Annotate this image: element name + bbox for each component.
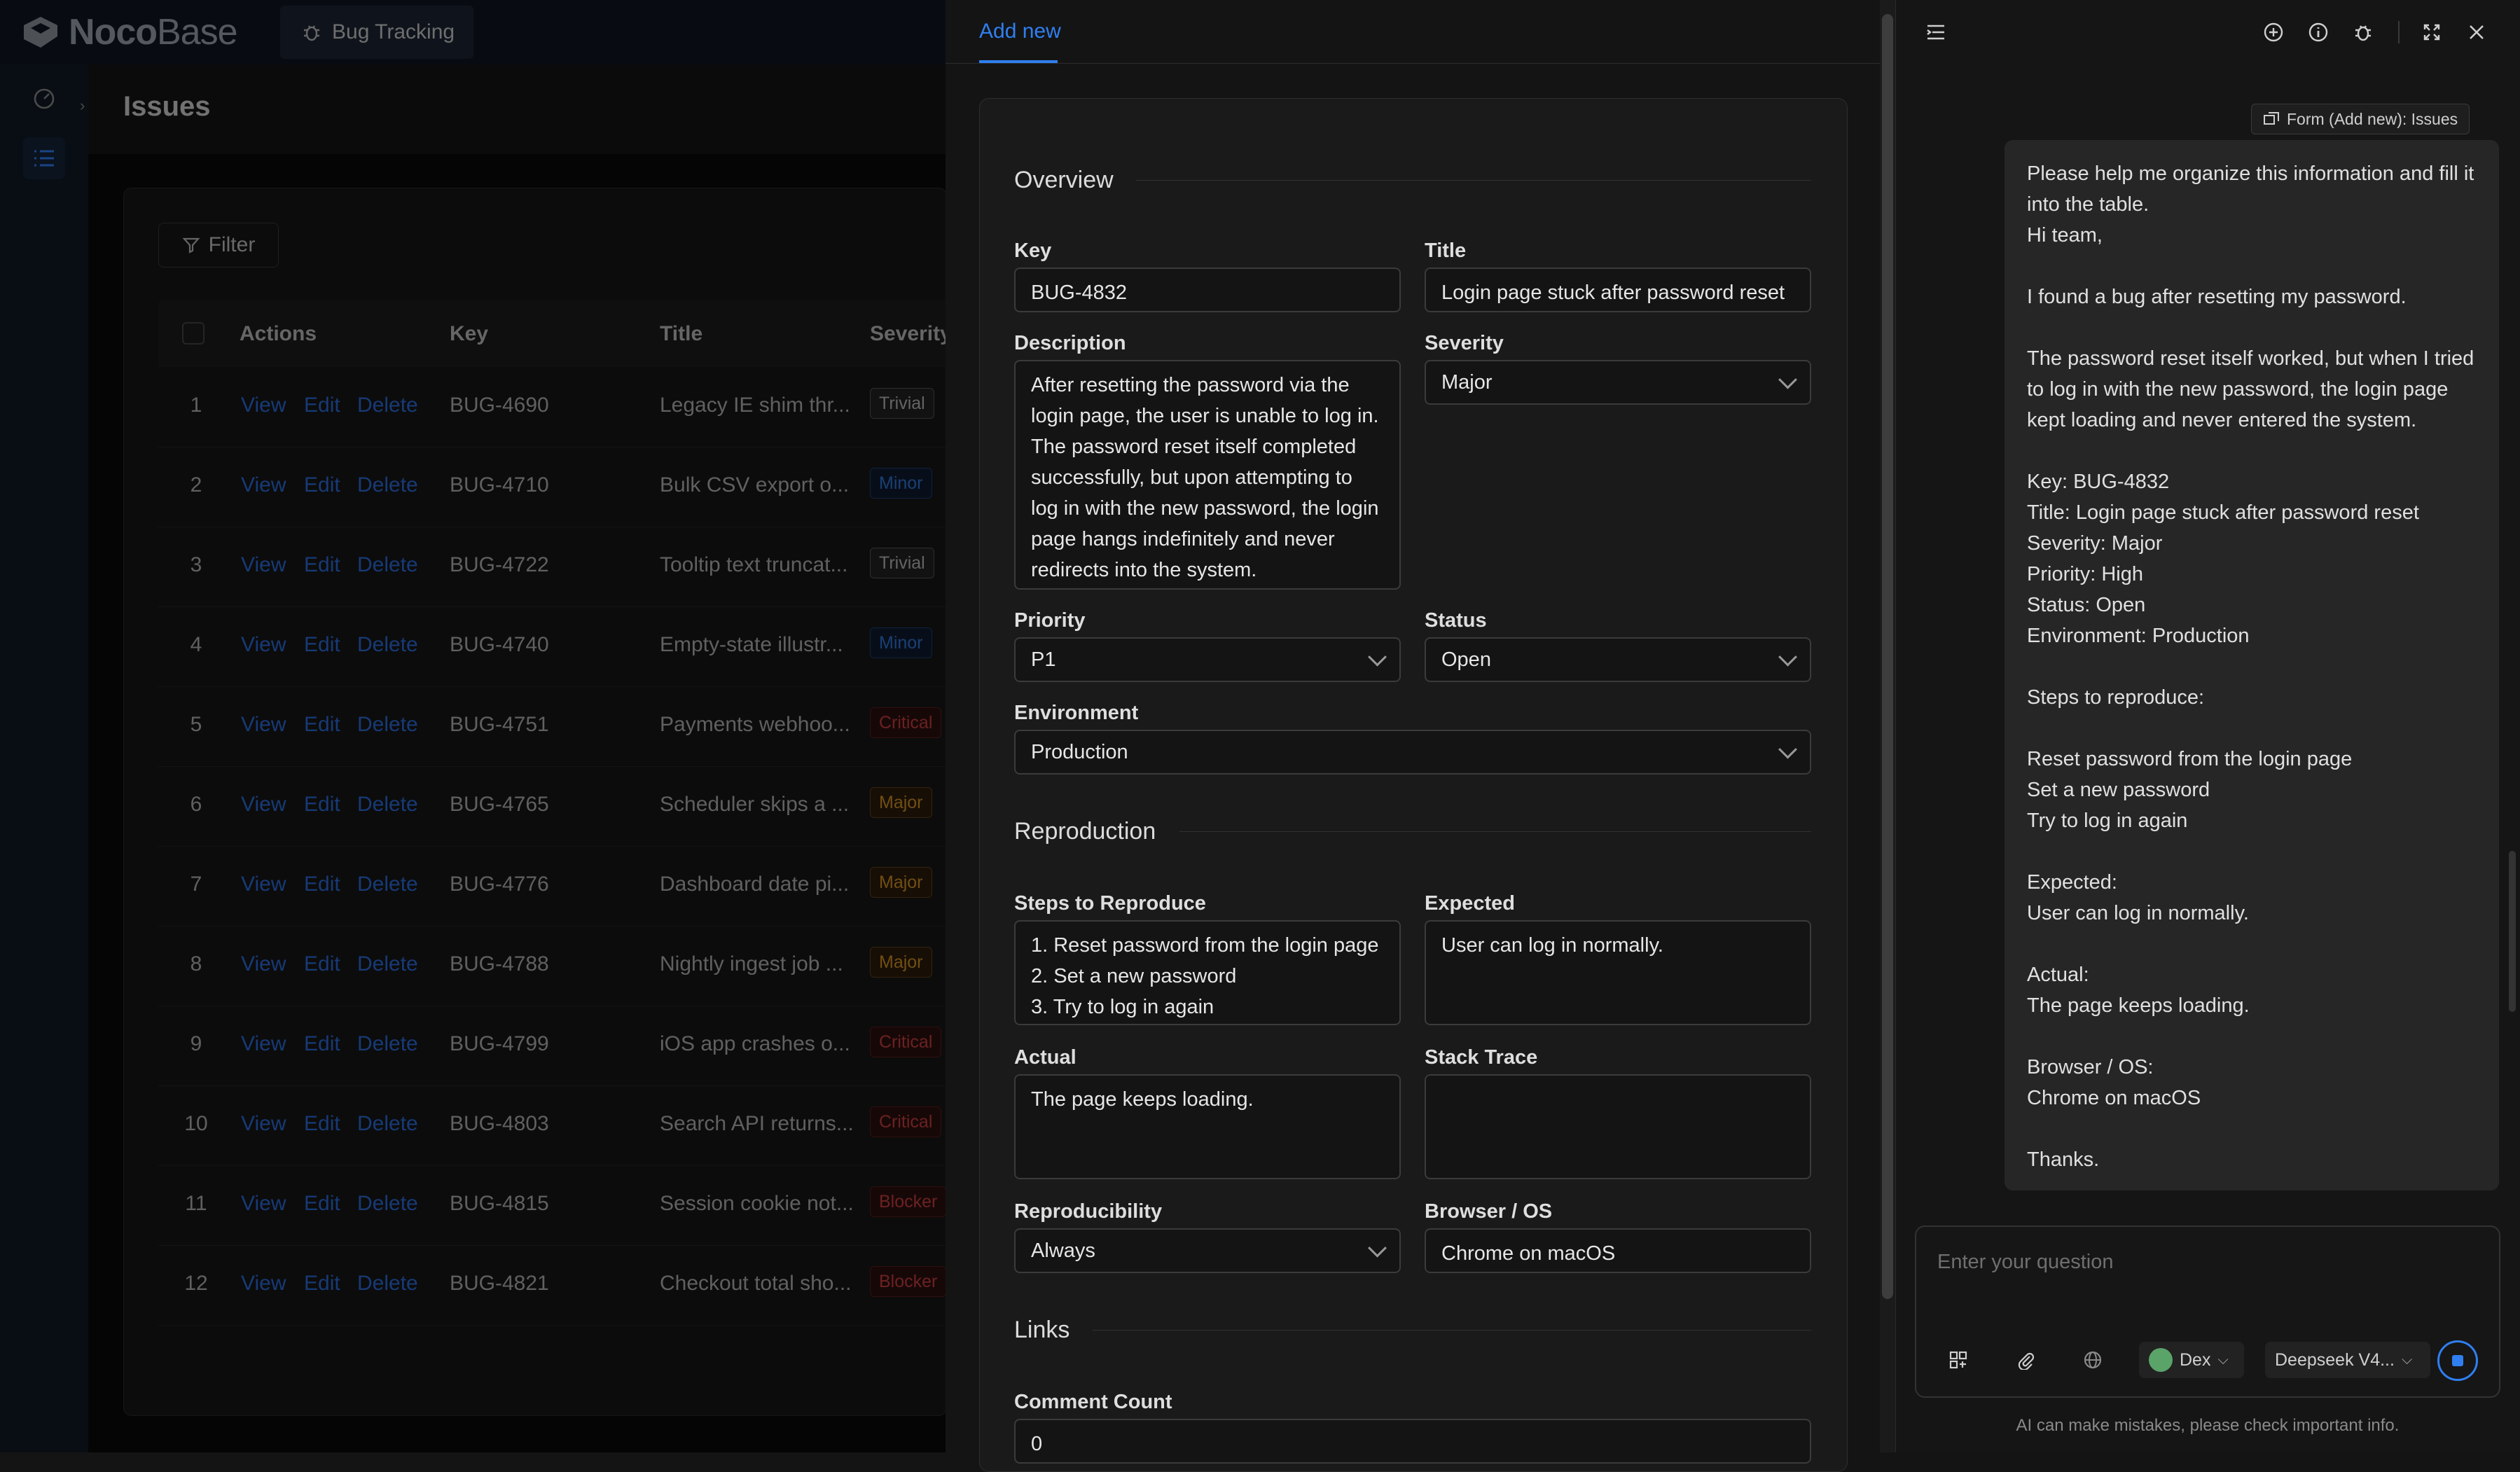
comment-count-input[interactable]: 0 <box>1014 1419 1811 1464</box>
label-title: Title <box>1425 239 1467 262</box>
chat-input-placeholder[interactable]: Enter your question <box>1937 1251 2113 1274</box>
label-expected: Expected <box>1425 892 1515 915</box>
stop-button[interactable] <box>2437 1340 2478 1381</box>
status-select[interactable]: Open <box>1425 637 1811 682</box>
model-name: Deepseek V4... <box>2275 1349 2395 1370</box>
title-input[interactable]: Login page stuck after password reset <box>1425 268 1811 312</box>
actual-textarea[interactable]: The page keeps loading. <box>1014 1074 1401 1179</box>
section-divider <box>1136 180 1811 181</box>
attachment-icon[interactable] <box>2013 1347 2038 1373</box>
reproducibility-value: Always <box>1031 1240 1095 1262</box>
section-divider <box>1179 831 1811 832</box>
chevron-down-icon: ⌵ <box>2217 1352 2229 1368</box>
expand-icon[interactable] <box>2419 20 2444 45</box>
description-textarea[interactable]: After resetting the password via the log… <box>1014 360 1401 590</box>
section-overview: Overview <box>1014 167 1114 193</box>
label-stack-trace: Stack Trace <box>1425 1046 1538 1069</box>
section-links: Links <box>1014 1317 1070 1343</box>
ai-disclaimer: AI can make mistakes, please check impor… <box>2016 1416 2400 1435</box>
bug-icon[interactable] <box>2351 20 2376 45</box>
assistant-name: Dex <box>2180 1349 2211 1370</box>
environment-value: Production <box>1031 741 1128 763</box>
label-status: Status <box>1425 609 1487 632</box>
browser-os-input[interactable]: Chrome on macOS <box>1425 1228 1811 1273</box>
context-chip-label: Form (Add new): Issues <box>2287 109 2458 128</box>
close-icon[interactable] <box>2464 20 2489 45</box>
stack-trace-textarea[interactable] <box>1425 1074 1811 1179</box>
label-description: Description <box>1014 332 1126 354</box>
chevron-down-icon <box>1778 370 1797 389</box>
toolbar-divider <box>2398 21 2400 43</box>
assistant-selector[interactable]: Dex ⌵ <box>2139 1342 2244 1378</box>
status-value: Open <box>1441 648 1491 671</box>
label-browser-os: Browser / OS <box>1425 1200 1553 1223</box>
tab-add-new[interactable]: Add new <box>979 20 1061 43</box>
sidebar-toggle-icon[interactable] <box>1923 20 1948 45</box>
globe-icon[interactable] <box>2080 1347 2105 1373</box>
stop-icon <box>2452 1355 2463 1366</box>
drawer-mask[interactable] <box>0 0 946 1452</box>
reproducibility-select[interactable]: Always <box>1014 1228 1401 1273</box>
section-divider <box>1093 1330 1811 1331</box>
label-comment-count: Comment Count <box>1014 1391 1172 1413</box>
priority-value: P1 <box>1031 648 1056 671</box>
severity-select[interactable]: Major <box>1425 360 1811 405</box>
label-actual: Actual <box>1014 1046 1076 1069</box>
chevron-down-icon: ⌵ <box>2401 1352 2413 1368</box>
severity-value: Major <box>1441 371 1493 394</box>
ai-panel-scroll-thumb[interactable] <box>2509 851 2516 1012</box>
context-chip[interactable]: Form (Add new): Issues <box>2251 104 2470 134</box>
key-input[interactable]: BUG-4832 <box>1014 268 1401 312</box>
chevron-down-icon <box>1778 647 1797 667</box>
expected-textarea[interactable]: User can log in normally. <box>1425 920 1811 1025</box>
label-environment: Environment <box>1014 702 1139 724</box>
model-selector[interactable]: Deepseek V4... ⌵ <box>2265 1342 2430 1378</box>
avatar <box>2149 1348 2173 1372</box>
new-chat-icon[interactable] <box>2261 20 2286 45</box>
label-steps: Steps to Reproduce <box>1014 892 1206 915</box>
tab-active-indicator <box>979 60 1058 63</box>
steps-textarea[interactable]: 1. Reset password from the login page 2.… <box>1014 920 1401 1025</box>
drawer-tabs <box>946 0 1880 64</box>
chevron-down-icon <box>1778 740 1797 759</box>
section-reproduction: Reproduction <box>1014 818 1156 845</box>
user-message-bubble: Please help me organize this information… <box>2005 140 2499 1190</box>
priority-select[interactable]: P1 <box>1014 637 1401 682</box>
label-key: Key <box>1014 239 1052 262</box>
label-reproducibility: Reproducibility <box>1014 1200 1163 1223</box>
drawer-scroll-thumb[interactable] <box>1882 14 1893 1299</box>
info-icon[interactable] <box>2306 20 2331 45</box>
chevron-down-icon <box>1368 647 1387 667</box>
environment-select[interactable]: Production <box>1014 730 1811 775</box>
label-severity: Severity <box>1425 332 1504 354</box>
add-block-icon[interactable] <box>1946 1347 1971 1373</box>
chevron-down-icon <box>1368 1238 1387 1258</box>
form-icon <box>2264 112 2279 125</box>
label-priority: Priority <box>1014 609 1086 632</box>
